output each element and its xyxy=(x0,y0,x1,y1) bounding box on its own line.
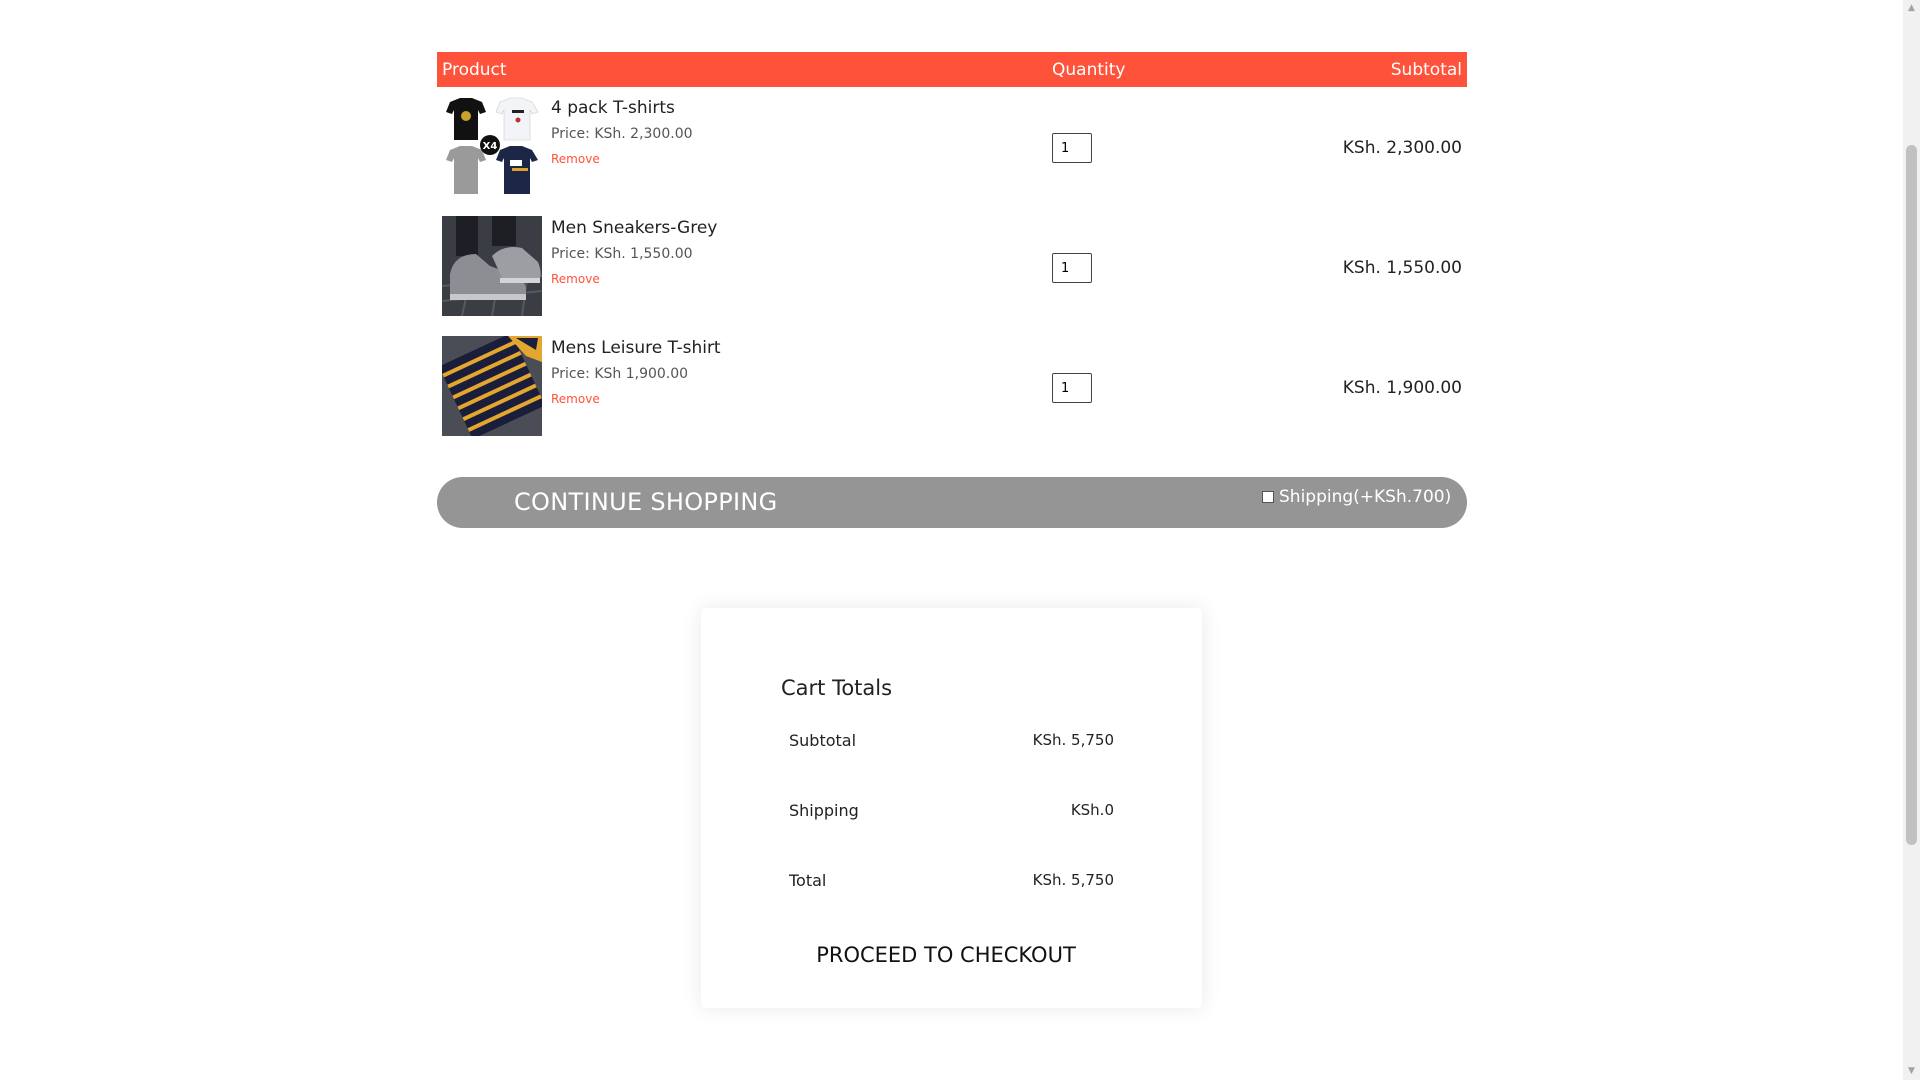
continue-shopping-bar: CONTINUE SHOPPING Shipping(+KSh.700) xyxy=(437,477,1467,528)
product-name: 4 pack T-shirts xyxy=(551,98,675,118)
page-scrollbar[interactable]: ▲ ▼ xyxy=(1903,0,1920,1080)
product-price: Price: KSh 1,900.00 xyxy=(551,366,689,382)
shipping-checkbox[interactable] xyxy=(1262,491,1274,503)
remove-link[interactable]: Remove xyxy=(551,392,600,406)
header-subtotal: Subtotal xyxy=(1390,59,1462,80)
remove-link[interactable]: Remove xyxy=(551,152,600,166)
product-price: Price: KSh. 1,550.00 xyxy=(551,246,693,262)
header-quantity: Quantity xyxy=(1052,59,1126,80)
cart-totals-card: Cart Totals Subtotal KSh. 5,750 Shipping… xyxy=(701,608,1202,1008)
product-price: Price: KSh. 2,300.00 xyxy=(551,126,693,142)
scroll-down-arrow-icon[interactable]: ▼ xyxy=(1903,1063,1920,1080)
totals-value: KSh. 5,750 xyxy=(1032,871,1114,889)
product-info: Men Sneakers-Grey Price: KSh. 1,550.00 R… xyxy=(551,218,717,287)
product-info: 4 pack T-shirts Price: KSh. 2,300.00 Rem… xyxy=(551,98,693,167)
striped-polo-image xyxy=(442,336,542,436)
totals-label: Shipping xyxy=(789,801,859,820)
cart-totals-title: Cart Totals xyxy=(781,676,893,700)
cart-page: Product Quantity Subtotal X4 4 pack T-sh… xyxy=(0,0,1920,1080)
header-product: Product xyxy=(442,59,507,80)
scroll-thumb[interactable] xyxy=(1906,145,1917,845)
shipping-option: Shipping(+KSh.700) xyxy=(1262,487,1451,507)
product-name: Men Sneakers-Grey xyxy=(551,218,718,238)
cart-row: Mens Leisure T-shirt Price: KSh 1,900.00… xyxy=(437,327,1467,447)
totals-label: Total xyxy=(789,871,827,890)
totals-row-total: Total KSh. 5,750 xyxy=(789,871,1114,890)
cart-table: Product Quantity Subtotal X4 4 pack T-sh… xyxy=(437,52,1467,447)
remove-link[interactable]: Remove xyxy=(551,272,600,286)
continue-shopping-button[interactable]: CONTINUE SHOPPING xyxy=(514,488,778,516)
product-info: Mens Leisure T-shirt Price: KSh 1,900.00… xyxy=(551,338,721,407)
tshirt-pack-image: X4 xyxy=(442,96,542,196)
cart-row: X4 4 pack T-shirts Price: KSh. 2,300.00 … xyxy=(437,87,1467,207)
quantity-input[interactable] xyxy=(1052,133,1092,163)
scroll-up-arrow-icon[interactable]: ▲ xyxy=(1903,0,1920,17)
row-subtotal: KSh. 1,550.00 xyxy=(1342,258,1462,278)
quantity-input[interactable] xyxy=(1052,373,1092,403)
row-subtotal: KSh. 1,900.00 xyxy=(1342,378,1462,398)
shipping-option-label: Shipping(+KSh.700) xyxy=(1279,487,1452,507)
svg-text:X4: X4 xyxy=(483,141,498,152)
totals-value: KSh. 5,750 xyxy=(1032,731,1114,749)
proceed-to-checkout-button[interactable]: PROCEED TO CHECKOUT xyxy=(701,943,1191,967)
totals-row-shipping: Shipping KSh.0 xyxy=(789,801,1114,820)
cart-table-header: Product Quantity Subtotal xyxy=(437,52,1467,87)
product-name: Mens Leisure T-shirt xyxy=(551,338,721,358)
quantity-input[interactable] xyxy=(1052,253,1092,283)
sneaker-image xyxy=(442,216,542,316)
totals-label: Subtotal xyxy=(789,731,857,750)
cart-row: Men Sneakers-Grey Price: KSh. 1,550.00 R… xyxy=(437,207,1467,327)
row-subtotal: KSh. 2,300.00 xyxy=(1342,138,1462,158)
totals-row-subtotal: Subtotal KSh. 5,750 xyxy=(789,731,1114,750)
totals-value: KSh.0 xyxy=(1070,801,1114,819)
